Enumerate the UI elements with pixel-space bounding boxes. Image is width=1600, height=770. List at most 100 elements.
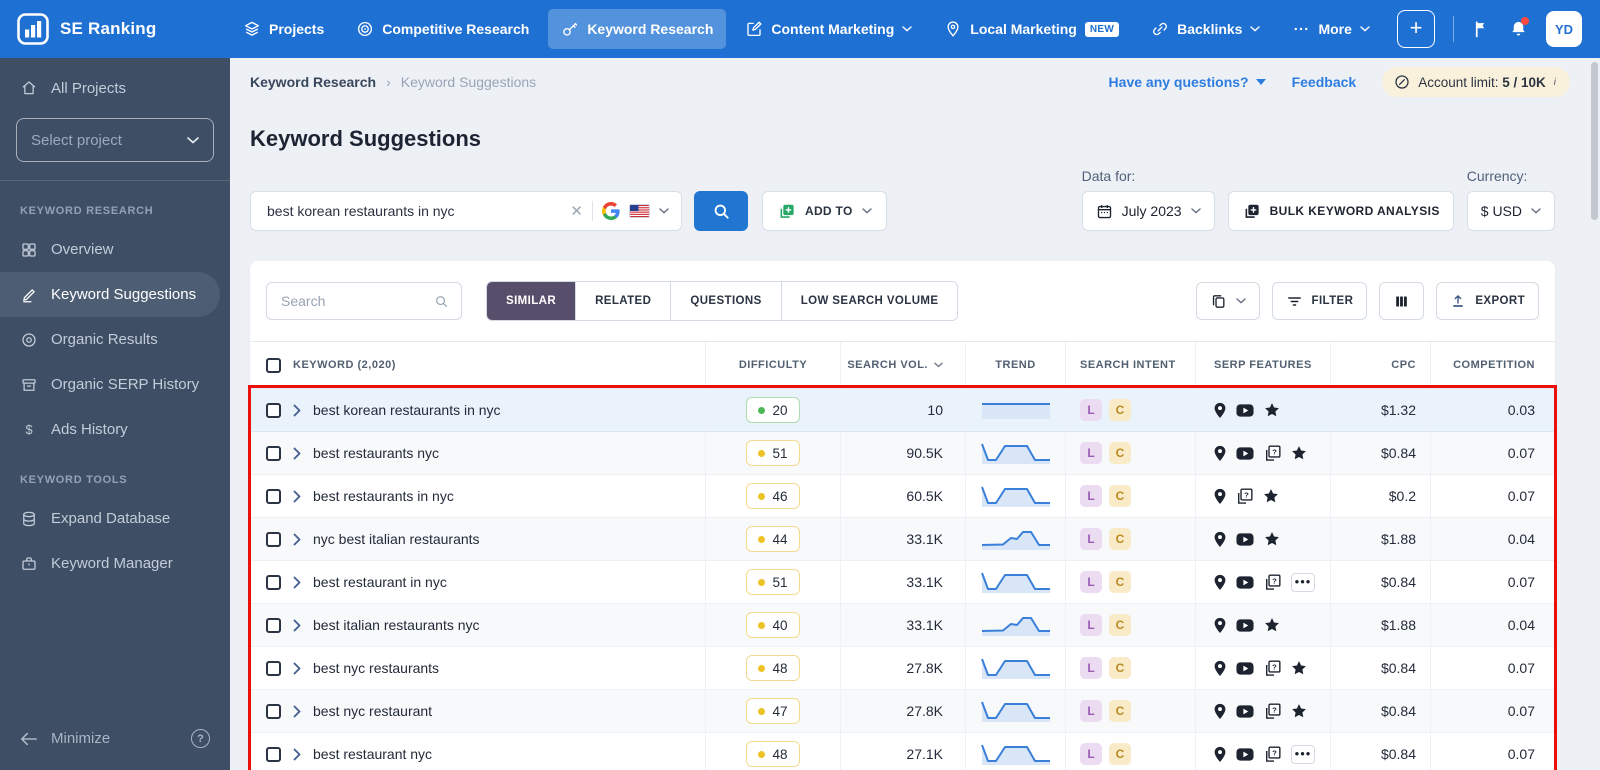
gauge-icon [1395,75,1409,89]
difficulty-badge: 48 [746,655,800,681]
table-search-input[interactable] [279,292,426,310]
columns-button[interactable] [1379,282,1425,320]
page-scrollbar[interactable] [1591,62,1598,220]
column-header-search-vol[interactable]: SEARCH VOL. [840,342,965,388]
row-checkbox[interactable] [266,746,281,762]
clear-input-icon[interactable]: ✕ [570,202,583,220]
nav-item-projects[interactable]: Projects [230,9,337,49]
intent-badge-l: L [1080,700,1102,722]
search-intent-cell: LC [1065,389,1195,431]
keyword-text[interactable]: best restaurant in nyc [313,574,447,590]
row-checkbox[interactable] [266,445,281,461]
table-search-wrap [266,282,462,320]
us-flag-icon[interactable] [629,204,650,218]
nav-item-more[interactable]: More [1279,9,1382,49]
select-project-dropdown[interactable]: Select project [16,118,214,162]
copy-button[interactable] [1195,282,1260,320]
expand-row-icon[interactable] [293,490,301,503]
bulk-keyword-analysis-button[interactable]: BULK KEYWORD ANALYSIS [1227,191,1454,231]
row-checkbox[interactable] [266,488,281,504]
minimize-button[interactable]: Minimize [20,730,110,747]
avatar[interactable]: YD [1546,11,1582,47]
keyword-text[interactable]: best korean restaurants in nyc [313,402,501,418]
create-new-button[interactable]: + [1397,10,1435,48]
expand-row-icon[interactable] [293,533,301,546]
keyword-text[interactable]: best italian restaurants nyc [313,617,480,633]
currency-dropdown[interactable]: $ USD [1466,191,1555,231]
keyword-text[interactable]: nyc best italian restaurants [313,531,480,547]
row-checkbox[interactable] [266,660,281,676]
expand-row-icon[interactable] [293,619,301,632]
search-button[interactable] [694,191,748,231]
notifications-bell-icon[interactable] [1509,17,1529,39]
home-icon [20,79,38,97]
brand[interactable]: SE Ranking [16,12,230,46]
filter-button[interactable]: FILTER [1271,282,1368,320]
keyword-text[interactable]: best nyc restaurants [313,660,439,676]
google-icon[interactable] [602,202,620,220]
feedback-link[interactable]: Feedback [1292,74,1357,90]
tab-related[interactable]: RELATED [575,282,671,320]
sort-chevron-icon[interactable] [934,362,943,368]
nav-item-label: Keyword Research [587,21,714,37]
expand-row-icon[interactable] [293,662,301,675]
sidebar-item-organic-serp-history[interactable]: Organic SERP History [0,362,230,407]
trend-sparkline [981,617,1050,636]
keyword-text[interactable]: best nyc restaurant [313,703,432,719]
nav-item-keyword-research[interactable]: Keyword Research [548,9,727,49]
add-to-button[interactable]: ADD TO [762,191,887,231]
serp-more-icon[interactable]: ••• [1291,744,1315,764]
search-volume-cell: 27.8K [840,647,965,689]
chevron-down-icon[interactable] [659,208,669,214]
keyword-query-input[interactable] [265,202,562,220]
row-checkbox[interactable] [266,574,281,590]
row-checkbox[interactable] [266,703,281,719]
select-all-checkbox[interactable] [266,357,281,373]
sidebar-item-keyword-suggestions[interactable]: Keyword Suggestions [0,272,220,317]
row-checkbox[interactable] [266,531,281,547]
target-icon [20,331,38,349]
nav-item-backlinks[interactable]: Backlinks [1138,9,1273,49]
tab-similar[interactable]: SIMILAR [487,282,576,320]
help-icon[interactable]: ? [191,729,210,748]
expand-row-icon[interactable] [293,404,301,417]
date-picker-button[interactable]: July 2023 [1081,191,1215,231]
tab-low-search-volume[interactable]: LOW SEARCH VOLUME [780,282,958,320]
have-questions-link[interactable]: Have any questions? [1109,74,1266,90]
sidebar-item-all-projects[interactable]: All Projects [0,66,230,110]
export-button[interactable]: EXPORT [1436,282,1539,320]
trend-cell [965,432,1065,474]
whats-new-flag-icon[interactable] [1472,19,1491,39]
keyword-cell: best restaurant nyc [250,733,705,770]
sidebar-item-expand-database[interactable]: Expand Database [0,496,230,541]
serp-video-icon [1236,661,1254,675]
intent-badge-c: C [1109,700,1131,722]
sidebar-item-overview[interactable]: Overview [0,227,230,272]
tab-questions[interactable]: QUESTIONS [670,282,781,320]
row-checkbox[interactable] [266,402,281,418]
expand-row-icon[interactable] [293,447,301,460]
expand-row-icon[interactable] [293,576,301,589]
sidebar-item-keyword-manager[interactable]: Keyword Manager [0,541,230,586]
keyword-text[interactable]: best restaurant nyc [313,746,432,762]
breadcrumb-parent[interactable]: Keyword Research [250,74,376,90]
nav-item-content-marketing[interactable]: Content Marketing [732,9,925,49]
chevron-down-icon [861,208,872,214]
keyword-text[interactable]: best restaurants nyc [313,445,439,461]
all-projects-label: All Projects [51,79,127,97]
nav-item-local-marketing[interactable]: Local Marketing NEW [931,9,1132,49]
serp-video-icon [1236,403,1254,417]
expand-row-icon[interactable] [293,705,301,718]
nav-item-competitive-research[interactable]: Competitive Research [343,9,542,49]
keyword-text[interactable]: best restaurants in nyc [313,488,454,504]
nav-item-label: Competitive Research [382,21,530,37]
column-header-label: SERP FEATURES [1214,359,1312,371]
intent-badge-l: L [1080,442,1102,464]
search-volume-cell: 10 [840,389,965,431]
expand-row-icon[interactable] [293,748,301,761]
sidebar-item-organic-results[interactable]: Organic Results [0,317,230,362]
serp-more-icon[interactable]: ••• [1291,572,1315,592]
row-checkbox[interactable] [266,617,281,633]
sidebar-item-ads-history[interactable]: $ Ads History [0,407,230,452]
filter-icon [1287,296,1301,306]
